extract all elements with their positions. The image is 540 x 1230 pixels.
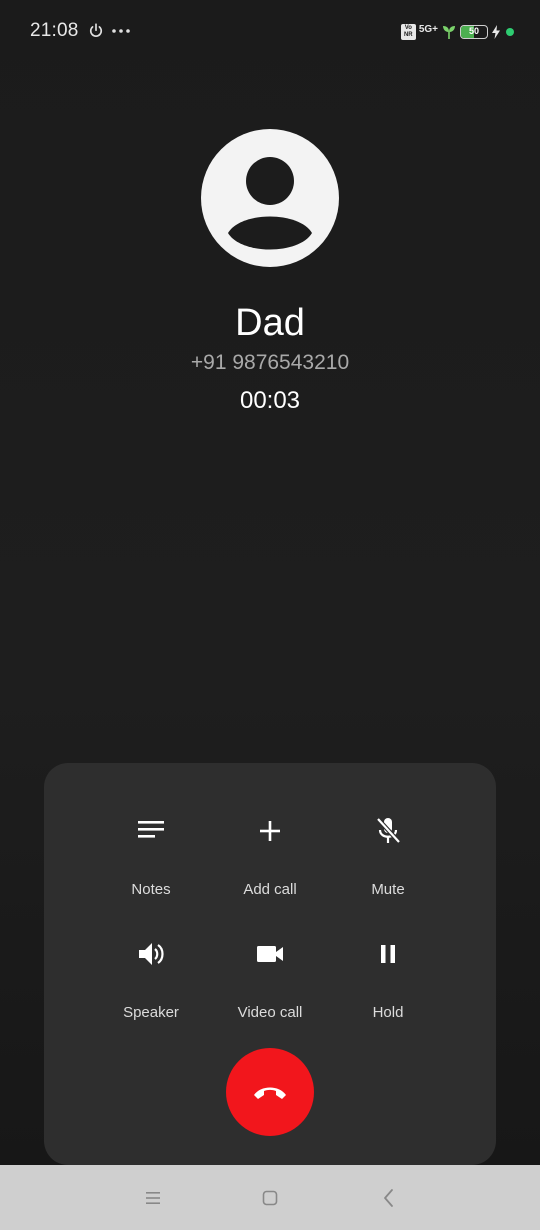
home-icon[interactable] xyxy=(257,1185,283,1211)
pause-icon xyxy=(381,945,395,963)
notes-icon xyxy=(138,821,164,838)
mute-label: Mute xyxy=(371,881,405,898)
caller-number: +91 9876543210 xyxy=(190,351,350,374)
add-call-label: Add call xyxy=(243,881,297,898)
video-call-button[interactable]: Video call xyxy=(205,938,335,1021)
system-navigation-bar xyxy=(0,1165,540,1230)
person-icon xyxy=(228,157,312,250)
more-dots-icon xyxy=(112,29,130,33)
add-call-button[interactable]: Add call xyxy=(205,815,335,898)
back-icon[interactable] xyxy=(376,1185,402,1211)
hold-button[interactable]: Hold xyxy=(323,938,453,1021)
network-type: 5G+ xyxy=(418,23,438,35)
status-bar: 21:08 Vo NR 5G+ 50 xyxy=(0,0,540,62)
volte-badge: Vo NR xyxy=(400,24,416,40)
leaf-icon xyxy=(443,26,455,39)
hold-label: Hold xyxy=(372,1004,404,1021)
call-controls-panel: Notes Add call Mute Speaker Video call H… xyxy=(44,763,496,1165)
video-camera-icon xyxy=(257,946,283,962)
speaker-icon xyxy=(139,943,164,965)
speaker-button[interactable]: Speaker xyxy=(86,938,216,1021)
video-call-label: Video call xyxy=(237,1004,303,1021)
battery-level: 50 xyxy=(468,26,479,36)
caller-name: Dad xyxy=(235,302,305,344)
status-time: 21:08 xyxy=(30,20,79,41)
privacy-indicator-dot xyxy=(506,28,514,36)
menu-icon[interactable] xyxy=(140,1185,166,1211)
mic-off-icon xyxy=(376,817,401,844)
end-call-button[interactable] xyxy=(226,1048,314,1136)
contact-avatar xyxy=(201,129,339,267)
notes-label: Notes xyxy=(131,881,171,898)
power-icon xyxy=(90,23,102,37)
call-duration: 00:03 xyxy=(239,387,301,414)
mute-button[interactable]: Mute xyxy=(323,815,453,898)
phone-hangup-icon xyxy=(254,1087,286,1099)
speaker-label: Speaker xyxy=(123,1004,179,1021)
status-indicators: Vo NR 5G+ 50 xyxy=(400,20,514,44)
notes-button[interactable]: Notes xyxy=(86,815,216,898)
battery-indicator: 50 xyxy=(460,25,488,39)
charging-bolt-icon xyxy=(492,25,500,39)
plus-icon xyxy=(260,821,280,841)
